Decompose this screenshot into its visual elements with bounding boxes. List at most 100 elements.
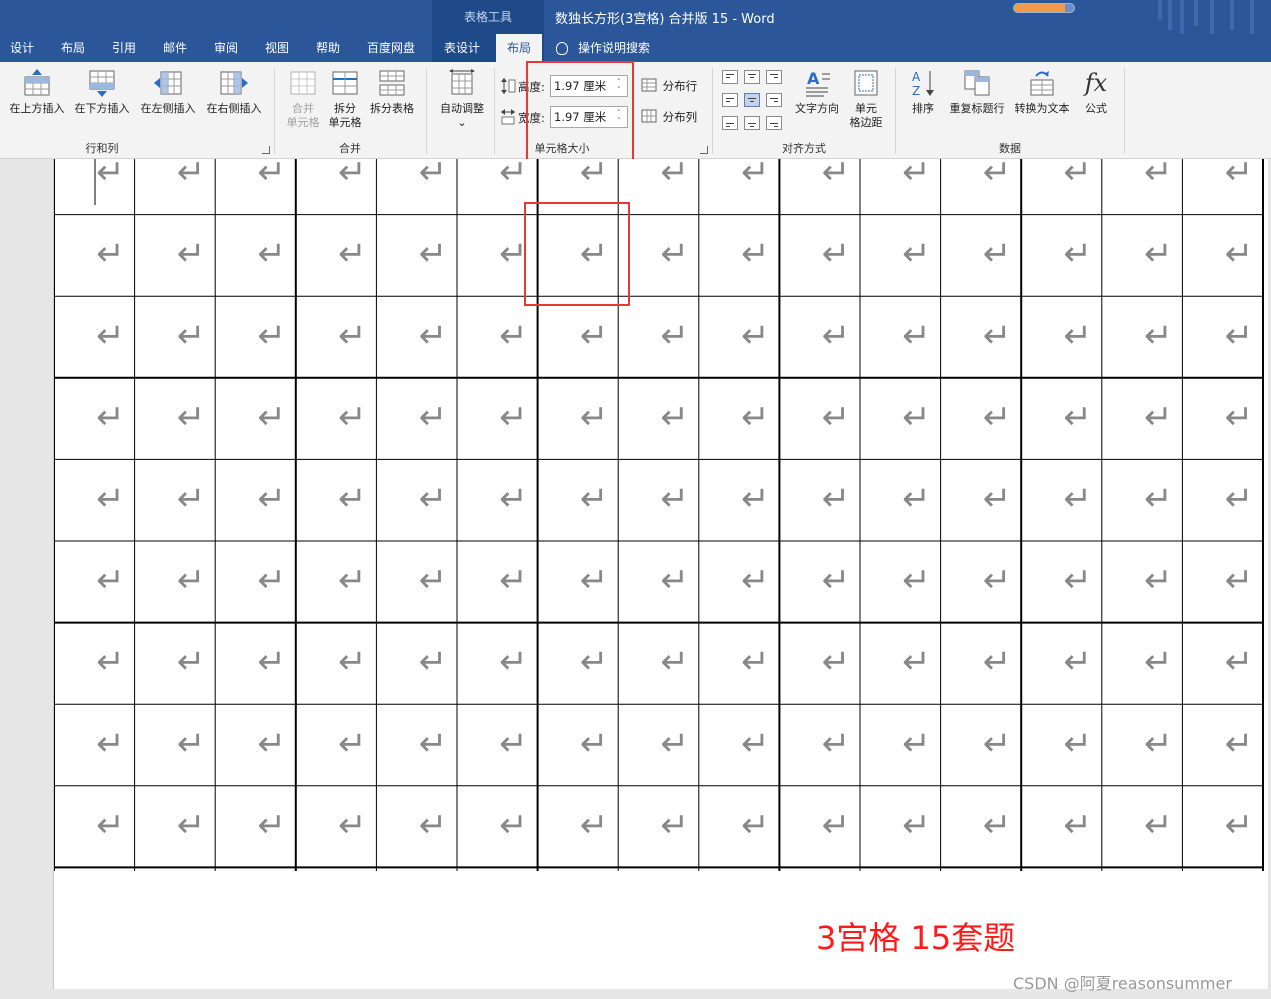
distribute-rows-button[interactable]: 分布行 xyxy=(641,78,697,94)
insert-left-button[interactable]: 在左侧插入 xyxy=(136,68,200,116)
paragraph-mark: ↵ xyxy=(1225,234,1254,274)
tab-7[interactable]: 帮助 xyxy=(310,34,346,62)
tell-me-label: 操作说明搜索 xyxy=(578,41,651,55)
paragraph-mark: ↵ xyxy=(96,805,125,845)
merge-cells-icon xyxy=(290,71,316,95)
sudoku-table[interactable]: ↵ ↵ ↵ ↵ ↵ ↵ ↵ ↵ ↵ ↵ ↵ ↵ ↵ ↵ ↵ ↵ ↵ ↵ ↵ ↵ ↵ ↵ ↵ ↵ ↵ ↵ ↵ ↵ ↵ ↵ ↵ ↵ ↵ ↵ ↵ ↵ ↵ ↵ ↵ ↵… xyxy=(54,159,1268,871)
distribute-rows-label: 分布行 xyxy=(662,79,698,93)
text-direction-button[interactable]: A 文字方向 xyxy=(792,68,842,116)
tab-5[interactable]: 审阅 xyxy=(208,34,244,62)
insert-above-button[interactable]: 在上方插入 xyxy=(6,68,68,116)
distribute-columns-button[interactable]: 分布列 xyxy=(641,109,697,125)
text-direction-icon: A xyxy=(806,69,830,97)
tab-9[interactable]: 表设计 xyxy=(436,34,488,62)
paragraph-mark: ↵ xyxy=(419,642,448,682)
paragraph-mark: ↵ xyxy=(338,724,367,764)
group-separator xyxy=(426,68,427,154)
cell-margins-button[interactable]: 单元 格边距 xyxy=(844,68,888,130)
paragraph-mark: ↵ xyxy=(902,479,931,519)
paragraph-mark: ↵ xyxy=(1144,642,1173,682)
cell-margins-label-1: 单元 xyxy=(855,102,877,115)
paragraph-mark: ↵ xyxy=(580,561,609,601)
repeat-header-rows-button[interactable]: 重复标题行 xyxy=(946,68,1008,116)
paragraph-mark: ↵ xyxy=(499,724,528,764)
group-label-alignment: 对齐方式 xyxy=(782,142,826,155)
paragraph-mark: ↵ xyxy=(822,397,851,437)
split-cells-button[interactable]: 拆分 单元格 xyxy=(325,68,365,130)
paragraph-mark: ↵ xyxy=(499,397,528,437)
paragraph-mark: ↵ xyxy=(1144,316,1173,356)
paragraph-mark: ↵ xyxy=(822,479,851,519)
split-table-button[interactable]: 拆分表格 xyxy=(366,68,418,116)
paragraph-mark: ↵ xyxy=(902,642,931,682)
paragraph-mark: ↵ xyxy=(983,316,1012,356)
alignment-grid xyxy=(722,70,792,132)
cell-size-launcher-icon[interactable] xyxy=(700,146,708,154)
paragraph-mark: ↵ xyxy=(177,316,206,356)
merge-cells-label-1: 合并 xyxy=(292,102,314,115)
paragraph-mark: ↵ xyxy=(1144,234,1173,274)
insert-right-button[interactable]: 在右侧插入 xyxy=(202,68,266,116)
paragraph-mark: ↵ xyxy=(257,316,286,356)
paragraph-mark: ↵ xyxy=(96,642,125,682)
rows-cols-launcher-icon[interactable] xyxy=(262,146,270,154)
paragraph-mark: ↵ xyxy=(257,642,286,682)
cell-margins-icon xyxy=(854,70,878,96)
align-bottom-right-button[interactable] xyxy=(766,116,782,130)
title-bar: 表格工具 数独长方形(3宫格) 合并版 15 - Word xyxy=(0,0,1271,34)
align-bottom-left-button[interactable] xyxy=(722,116,738,130)
tab-1[interactable]: 设计 xyxy=(6,34,38,62)
tell-me-search[interactable]: 操作说明搜索 xyxy=(556,34,650,62)
paragraph-mark: ↵ xyxy=(338,479,367,519)
merge-cells-label-2: 单元格 xyxy=(286,116,320,129)
height-spinner-arrows-icon[interactable]: ˄ ˅ xyxy=(617,78,625,94)
align-top-right-button[interactable] xyxy=(766,70,782,84)
paragraph-mark: ↵ xyxy=(96,724,125,764)
tab-2[interactable]: 布局 xyxy=(56,34,90,62)
split-cells-icon xyxy=(332,71,358,95)
align-bottom-center-button[interactable] xyxy=(744,116,760,130)
align-top-center-button[interactable] xyxy=(744,70,760,84)
align-middle-center-button[interactable] xyxy=(744,93,760,107)
paragraph-mark: ↵ xyxy=(1225,316,1254,356)
merge-cells-button[interactable]: 合并 单元格 xyxy=(282,68,324,130)
width-spinbox[interactable]: 1.97 厘米 ˄ ˅ xyxy=(550,106,628,128)
paragraph-mark: ↵ xyxy=(741,805,770,845)
paragraph-mark: ↵ xyxy=(338,561,367,601)
formula-button[interactable]: fx 公式 xyxy=(1078,68,1114,116)
tab-4[interactable]: 邮件 xyxy=(158,34,192,62)
convert-to-text-label: 转换为文本 xyxy=(1014,102,1070,115)
split-table-label: 拆分表格 xyxy=(370,102,414,115)
tab-8[interactable]: 百度网盘 xyxy=(362,34,420,62)
autofit-button[interactable]: 自动调整 ⌄ xyxy=(434,68,490,130)
paragraph-mark: ↵ xyxy=(96,397,125,437)
paragraph-mark: ↵ xyxy=(1063,397,1092,437)
align-middle-right-button[interactable] xyxy=(766,93,782,107)
group-separator xyxy=(1124,68,1125,154)
paragraph-mark: ↵ xyxy=(741,561,770,601)
paragraph-mark: ↵ xyxy=(257,479,286,519)
svg-text:A: A xyxy=(912,70,921,84)
distribute-columns-icon xyxy=(641,109,657,123)
insert-right-icon xyxy=(220,71,248,95)
paragraph-mark: ↵ xyxy=(822,316,851,356)
convert-to-text-button[interactable]: 转换为文本 xyxy=(1010,68,1074,116)
tab-3[interactable]: 引用 xyxy=(108,34,140,62)
tab-6[interactable]: 视图 xyxy=(260,34,294,62)
align-top-left-button[interactable] xyxy=(722,70,738,84)
sort-button[interactable]: A Z 排序 xyxy=(905,68,941,116)
align-middle-left-button[interactable] xyxy=(722,93,738,107)
group-label-rows-cols: 行和列 xyxy=(85,142,119,155)
paragraph-mark: ↵ xyxy=(1063,479,1092,519)
paragraph-mark: ↵ xyxy=(1144,397,1173,437)
width-spinner-arrows-icon[interactable]: ˄ ˅ xyxy=(617,109,625,125)
height-spinbox[interactable]: 1.97 厘米 ˄ ˅ xyxy=(550,75,628,97)
paragraph-mark: ↵ xyxy=(1225,561,1254,601)
tab-10[interactable]: 布局 xyxy=(496,34,542,62)
ribbon: 在上方插入 在下方插入 在左侧插入 在右侧插入 行和列 合并 单元格 拆分 单元… xyxy=(0,62,1271,159)
paragraph-mark: ↵ xyxy=(902,724,931,764)
paragraph-mark: ↵ xyxy=(822,234,851,274)
paragraph-mark: ↵ xyxy=(660,561,689,601)
ribbon-tabs: 设计 布局 引用 邮件 审阅 视图 帮助 百度网盘 表设计 布局 操作说明搜索 xyxy=(0,34,1271,62)
insert-below-button[interactable]: 在下方插入 xyxy=(70,68,134,116)
